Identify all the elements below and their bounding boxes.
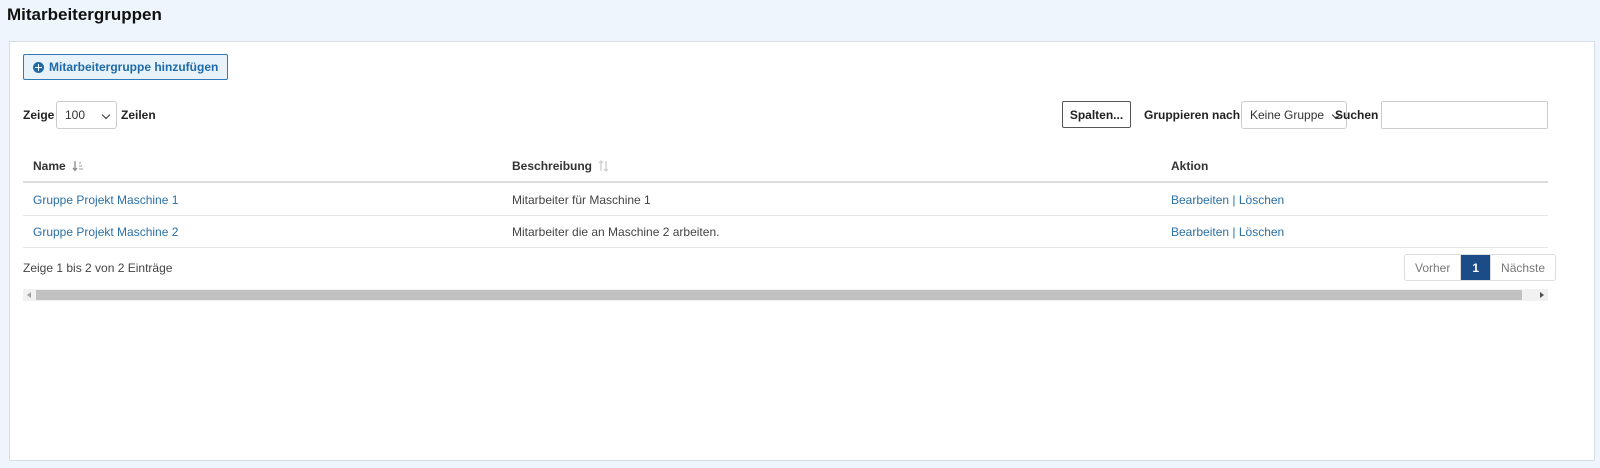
rows-per-page-select[interactable]: 100 xyxy=(56,101,117,129)
row-description: Mitarbeiter für Maschine 1 xyxy=(512,193,651,207)
search-input[interactable] xyxy=(1381,101,1548,129)
edit-link[interactable]: Bearbeiten xyxy=(1171,225,1229,239)
plus-circle-icon xyxy=(33,61,44,73)
add-group-label: Mitarbeitergruppe hinzufügen xyxy=(49,60,219,74)
row-divider xyxy=(23,247,1548,248)
column-header-action-label: Aktion xyxy=(1171,159,1209,173)
scroll-right-icon[interactable] xyxy=(1540,292,1544,298)
group-by-label: Gruppieren nach xyxy=(1144,108,1241,122)
horizontal-scrollbar[interactable] xyxy=(23,289,1548,301)
edit-link[interactable]: Bearbeiten xyxy=(1171,193,1229,207)
row-divider xyxy=(23,215,1548,216)
delete-link[interactable]: Löschen xyxy=(1239,225,1284,239)
rows-label: Zeilen xyxy=(121,108,156,122)
row-description: Mitarbeiter die an Maschine 2 arbeiten. xyxy=(512,225,720,239)
group-by-select[interactable]: Keine Gruppe xyxy=(1241,101,1347,129)
show-label: Zeige xyxy=(23,108,55,122)
table-info: Zeige 1 bis 2 von 2 Einträge xyxy=(23,261,173,275)
columns-button[interactable]: Spalten... xyxy=(1062,101,1131,128)
scrollbar-thumb[interactable] xyxy=(36,290,1522,300)
next-page-button[interactable]: Nächste xyxy=(1490,255,1556,280)
row-name-link[interactable]: Gruppe Projekt Maschine 1 xyxy=(33,193,178,207)
action-separator: | xyxy=(1232,193,1236,207)
search-label: Suchen xyxy=(1335,108,1379,122)
column-header-description-label: Beschreibung xyxy=(512,159,593,173)
page-title: Mitarbeitergruppen xyxy=(7,5,162,24)
page-1-button[interactable]: 1 xyxy=(1460,255,1491,280)
rows-per-page-value: 100 xyxy=(65,108,86,122)
group-by-value: Keine Gruppe xyxy=(1250,108,1325,122)
chevron-down-icon xyxy=(101,110,111,120)
sort-both-icon xyxy=(598,160,610,172)
prev-page-button[interactable]: Vorher xyxy=(1405,255,1461,280)
row-name-link[interactable]: Gruppe Projekt Maschine 2 xyxy=(33,225,178,239)
column-header-name-label: Name xyxy=(33,159,66,173)
column-header-description[interactable]: Beschreibung xyxy=(512,159,610,173)
pagination: Vorher 1 Nächste xyxy=(1404,254,1557,281)
add-group-button[interactable]: Mitarbeitergruppe hinzufügen xyxy=(23,54,229,80)
table-header-divider xyxy=(23,181,1548,183)
column-header-action: Aktion xyxy=(1171,159,1208,173)
action-separator: | xyxy=(1232,225,1236,239)
column-header-name[interactable]: Name xyxy=(33,159,84,173)
delete-link[interactable]: Löschen xyxy=(1239,193,1284,207)
sort-ascending-icon xyxy=(72,160,84,172)
scroll-left-icon[interactable] xyxy=(27,292,31,298)
main-panel: Mitarbeitergruppe hinzufügen Zeige 100 Z… xyxy=(9,41,1595,461)
row-actions: Bearbeiten | Löschen xyxy=(1171,193,1284,207)
row-actions: Bearbeiten | Löschen xyxy=(1171,225,1284,239)
